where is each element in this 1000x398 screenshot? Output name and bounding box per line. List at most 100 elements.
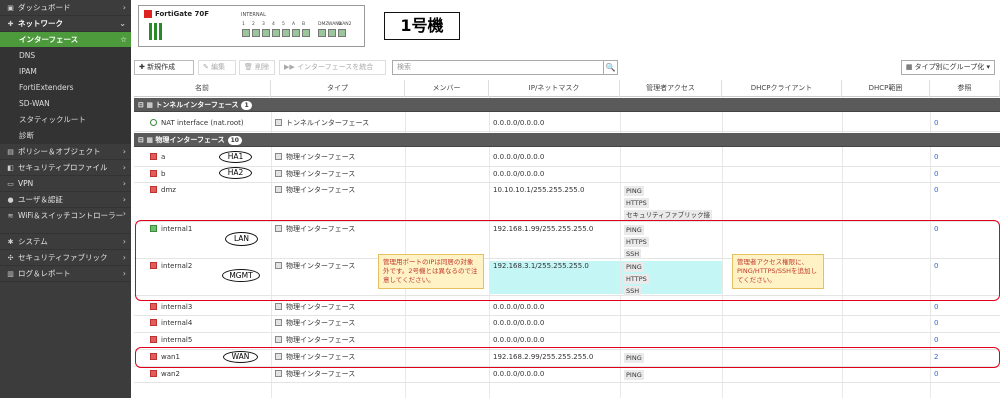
- emphasis-box: [135, 347, 1000, 368]
- chevron-icon: ›: [122, 147, 126, 156]
- star-icon[interactable]: ☆: [120, 32, 127, 47]
- ip-netmask: 0.0.0.0/0.0.0.0: [493, 153, 545, 161]
- emphasis-box: [135, 220, 1000, 301]
- sidebar-item[interactable]: ✣ セキュリティファブリック ›: [0, 250, 131, 266]
- table-row[interactable]: internal3 物理インターフェース 0.0.0.0/0.0.0.0 0: [134, 300, 1000, 316]
- interface-name: internal5: [134, 333, 271, 348]
- group-name: トンネルインターフェース: [155, 101, 239, 109]
- port-icon: [272, 29, 280, 37]
- interface-status-icon: [150, 119, 157, 126]
- table-row[interactable]: internal4 物理インターフェース 0.0.0.0/0.0.0.0 0: [134, 316, 1000, 333]
- column-header[interactable]: DHCPクライアント: [722, 80, 842, 97]
- reference-count[interactable]: 0: [930, 316, 1000, 331]
- table-row[interactable]: dmz 物理インターフェース 10.10.10.1/255.255.255.0 PIN…: [134, 183, 1000, 222]
- column-header[interactable]: DHCP範囲: [842, 80, 930, 97]
- sidebar-item[interactable]: DNS: [0, 48, 131, 64]
- interface-name: NAT interface (nat.root): [134, 116, 271, 131]
- device-faceplate: FortiGate 70F INTERNAL 1 2 3 4 5 A B DMZ WAN1 WAN…: [138, 5, 365, 47]
- table-row[interactable]: NAT interface (nat.root) トンネルインターフェース 0.0.…: [134, 116, 1000, 132]
- sidebar-item[interactable]: FortiExtenders: [0, 80, 131, 96]
- sidebar-item-label: VPN: [18, 179, 34, 188]
- reference-count[interactable]: 0: [930, 367, 1000, 382]
- chevron-icon: ›: [122, 237, 126, 246]
- port-label: 2: [252, 22, 255, 27]
- collapse-icon[interactable]: ⊟: [138, 136, 144, 144]
- sidebar-item-label: DNS: [19, 51, 36, 60]
- main-content: FortiGate 70F INTERNAL 1 2 3 4 5 A B DMZ WAN 1 WAN…: [131, 0, 1000, 398]
- sidebar-item-label: ログ＆レポート: [18, 269, 71, 278]
- reference-count[interactable]: 0: [930, 116, 1000, 131]
- reference-count[interactable]: 0: [930, 300, 1000, 315]
- interface-name-text: dmz: [161, 186, 176, 194]
- sidebar-item[interactable]: ✚ ネットワーク ⌄: [0, 16, 131, 32]
- user-icon: ●: [7, 196, 14, 204]
- search-icon[interactable]: 🔍: [603, 60, 618, 75]
- sidebar-item[interactable]: SD-WAN: [0, 96, 131, 112]
- admin-access: [620, 150, 722, 152]
- column-header[interactable]: メンバー: [405, 80, 489, 97]
- reference-count[interactable]: 0: [930, 150, 1000, 165]
- access-badge: HTTPS: [624, 198, 649, 208]
- sidebar-item[interactable]: ◧ セキュリティプロファイル ›: [0, 160, 131, 176]
- type-icon: [275, 319, 282, 326]
- group-type-icon: ▦: [146, 101, 153, 109]
- group-count-badge: 10: [227, 136, 242, 145]
- sidebar-item[interactable]: 診断: [0, 128, 131, 144]
- interface-status-icon: [150, 170, 157, 177]
- group-row[interactable]: ⊟ ▦ 物理インターフェース 10: [134, 133, 1000, 147]
- toolbar: ✚ 新規作成 ✎ 編集 🗑 削除 ▶▶ インターフェースを統合 検索 🔍 ▦ タ…: [134, 60, 1000, 76]
- type-icon: [275, 186, 282, 193]
- delete-button[interactable]: 🗑 削除: [239, 60, 275, 75]
- port-icon: [292, 29, 300, 37]
- group-label: ⊟ ▦ 物理インターフェース 10: [134, 133, 534, 147]
- group-by-type-dropdown[interactable]: ▦ タイプ別にグループ化 ▾: [900, 60, 995, 75]
- sidebar-item-label: WiFi＆スイッチコントローラー: [18, 211, 124, 220]
- chevron-icon: ⌄: [119, 19, 126, 28]
- sidebar-item[interactable]: ▤ ポリシー＆オブジェクト ›: [0, 144, 131, 160]
- table-row[interactable]: a 物理インターフェース 0.0.0.0/0.0.0.0 0: [134, 150, 1000, 167]
- column-header[interactable]: タイプ: [271, 80, 405, 97]
- group-row[interactable]: ⊟ ▦ トンネルインターフェース 1: [134, 98, 1000, 112]
- column-header[interactable]: 参照: [930, 80, 1000, 97]
- sidebar-item[interactable]: スタティックルート: [0, 112, 131, 128]
- reference-count[interactable]: 0: [930, 183, 1000, 198]
- interface-status-icon: [150, 153, 157, 160]
- interface-status-icon: [150, 303, 157, 310]
- sidebar-item[interactable]: ▭ VPN ›: [0, 176, 131, 192]
- merge-interfaces-button[interactable]: ▶▶ インターフェースを統合: [279, 60, 386, 75]
- type-icon: [275, 153, 282, 160]
- sidebar-item[interactable]: ≋ WiFi＆スイッチコントローラー ›: [0, 208, 131, 234]
- chevron-icon: ›: [122, 195, 126, 204]
- port-icon: [242, 29, 250, 37]
- sidebar-item[interactable]: ✱ システム ›: [0, 234, 131, 250]
- new-button[interactable]: ✚ 新規作成: [134, 60, 194, 75]
- callout-oval: MGMT: [222, 269, 260, 282]
- type-icon: [275, 119, 282, 126]
- reference-count[interactable]: 0: [930, 333, 1000, 348]
- interface-type: 物理インターフェース: [271, 150, 405, 165]
- callout-oval: HA1: [219, 151, 252, 163]
- sidebar-item[interactable]: インターフェース ☆: [0, 32, 131, 48]
- collapse-icon[interactable]: ⊟: [138, 101, 144, 109]
- sidebar-item[interactable]: ▣ ダッシュボード ›: [0, 0, 131, 16]
- column-header[interactable]: 管理者アクセス: [620, 80, 722, 97]
- interface-status-icon: [150, 319, 157, 326]
- sidebar-item-label: ポリシー＆オブジェクト: [18, 147, 101, 156]
- chevron-icon: ›: [122, 179, 126, 188]
- reference-count[interactable]: 0: [930, 167, 1000, 182]
- search-input[interactable]: 検索: [392, 60, 618, 75]
- admin-access: PING HTTPS セキュリティファブリック接: [620, 183, 722, 221]
- sidebar-item[interactable]: ● ユーザ＆認証 ›: [0, 192, 131, 208]
- security-profile-icon: ◧: [7, 164, 14, 172]
- sidebar-item[interactable]: IPAM: [0, 64, 131, 80]
- column-header[interactable]: IP/ネットマスク: [489, 80, 620, 97]
- device-model: FortiGate 70F: [144, 10, 209, 18]
- column-header[interactable]: 名前: [134, 80, 271, 97]
- port-icon: [328, 29, 336, 37]
- edit-button[interactable]: ✎ 編集: [198, 60, 236, 75]
- sidebar-item[interactable]: ▥ ログ＆レポート ›: [0, 266, 131, 282]
- table-row[interactable]: b 物理インターフェース 0.0.0.0/0.0.0.0 0: [134, 167, 1000, 183]
- ip-netmask: 0.0.0.0/0.0.0.0: [493, 319, 545, 327]
- interface-type-text: 物理インターフェース: [286, 186, 356, 194]
- table-row[interactable]: wan2 物理インターフェース 0.0.0.0/0.0.0.0 PING 0: [134, 367, 1000, 383]
